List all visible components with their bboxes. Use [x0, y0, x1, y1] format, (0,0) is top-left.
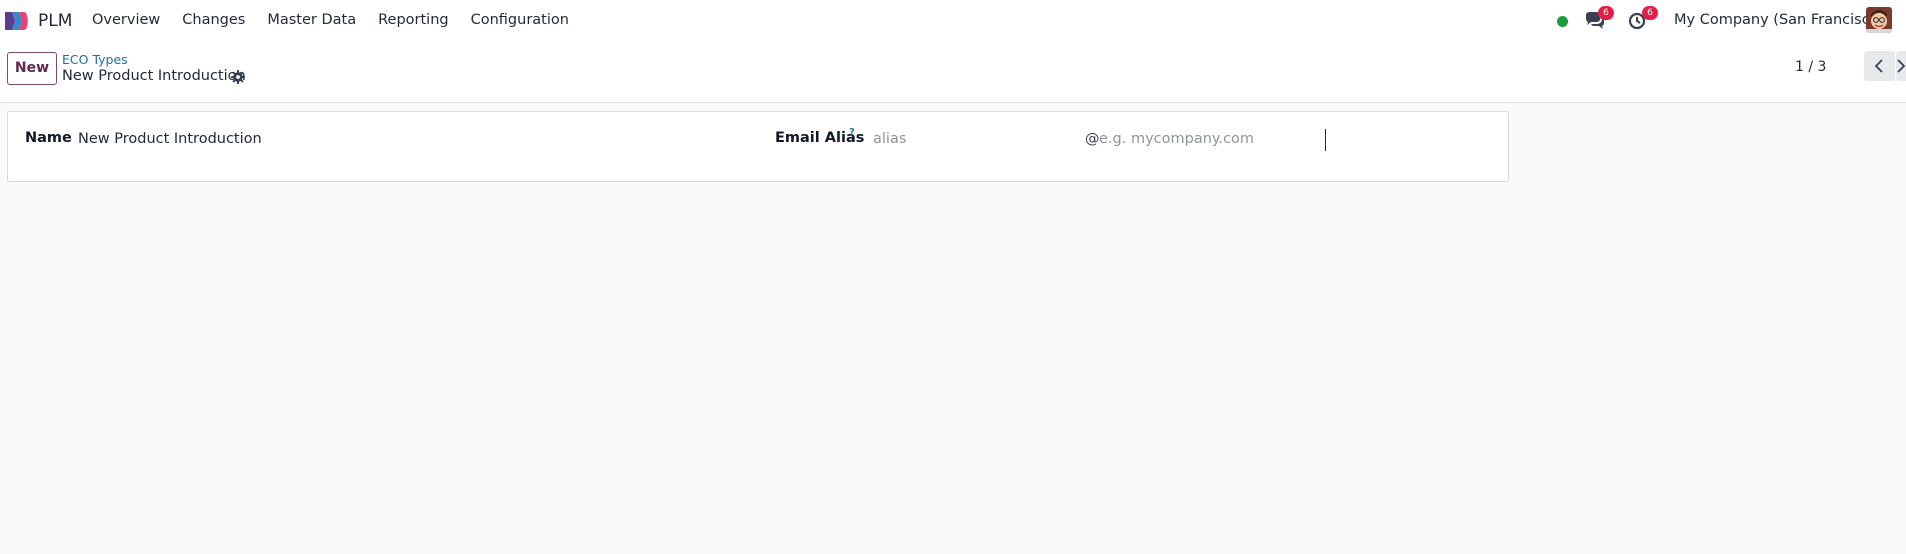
menu-item-master-data[interactable]: Master Data	[267, 12, 356, 28]
at-sign: @	[1085, 131, 1100, 147]
name-label: Name	[25, 130, 72, 146]
menu-item-configuration[interactable]: Configuration	[471, 12, 569, 28]
online-status-indicator	[1557, 16, 1568, 27]
chevron-left-icon	[1874, 59, 1883, 73]
menu-item-changes[interactable]: Changes	[182, 12, 245, 28]
new-button[interactable]: New	[7, 52, 57, 85]
activities-count-badge: 6	[1642, 6, 1658, 20]
company-switcher[interactable]: My Company (San Francisco)	[1674, 12, 1884, 28]
main-menu: Overview Changes Master Data Reporting C…	[80, 12, 591, 28]
form-sheet: Name New Product Introduction Email Alia…	[7, 111, 1509, 182]
messages-button[interactable]: 6	[1584, 6, 1614, 31]
menu-item-overview[interactable]: Overview	[92, 12, 160, 28]
control-panel: New ECO Types New Product Introduction 1…	[0, 42, 1906, 103]
name-field[interactable]: New Product Introduction	[78, 131, 262, 147]
pager-value[interactable]: 1 / 3	[1795, 59, 1826, 75]
menu-item-reporting[interactable]: Reporting	[378, 12, 449, 28]
alias-input[interactable]	[873, 128, 1083, 150]
gear-icon[interactable]	[231, 70, 245, 84]
activities-button[interactable]: 6	[1628, 6, 1658, 31]
alias-domain-input[interactable]	[1099, 128, 1324, 150]
top-navbar: PLM Overview Changes Master Data Reporti…	[0, 0, 1906, 42]
pager-previous-button[interactable]	[1864, 51, 1895, 81]
plm-app-logo-icon[interactable]	[3, 10, 31, 32]
messages-count-badge: 6	[1598, 6, 1614, 20]
breadcrumb-current: New Product Introduction	[62, 68, 246, 84]
text-caret	[1325, 129, 1326, 151]
help-tooltip-icon[interactable]: ?	[849, 127, 855, 138]
app-name[interactable]: PLM	[38, 11, 72, 31]
breadcrumb-parent-link[interactable]: ECO Types	[62, 52, 128, 67]
user-avatar[interactable]	[1866, 7, 1892, 33]
pager-next-button[interactable]	[1896, 51, 1906, 81]
chevron-right-icon	[1897, 59, 1906, 73]
